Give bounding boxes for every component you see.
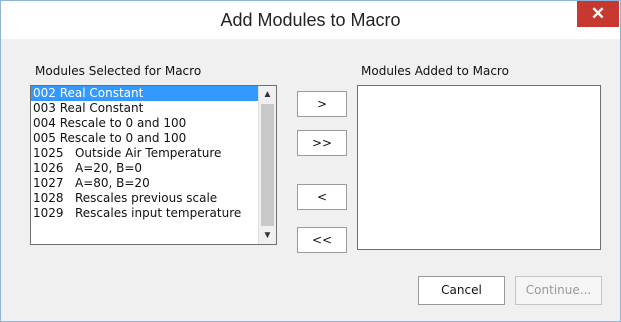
list-item[interactable]: 004 Rescale to 0 and 100 (31, 116, 276, 131)
remove-all-button[interactable]: << (297, 227, 347, 253)
list-item[interactable]: 1026 A=20, B=0 (31, 161, 276, 176)
scroll-up-icon[interactable]: ▲ (259, 86, 276, 103)
list-item[interactable]: 002 Real Constant (31, 86, 276, 101)
list-item[interactable]: 1027 A=80, B=20 (31, 176, 276, 191)
modules-added-list[interactable] (357, 85, 601, 250)
add-all-button[interactable]: >> (297, 130, 347, 156)
scroll-thumb[interactable] (261, 104, 274, 226)
list-item[interactable]: 003 Real Constant (31, 101, 276, 116)
modules-selected-scrollbar[interactable]: ▲ ▼ (258, 86, 276, 244)
add-modules-dialog: Add Modules to Macro ✕ Modules Selected … (0, 0, 621, 322)
close-icon[interactable]: ✕ (577, 1, 619, 27)
continue-button[interactable]: Continue... (515, 276, 602, 305)
modules-selected-label: Modules Selected for Macro (35, 64, 202, 78)
window-title: Add Modules to Macro (220, 10, 401, 30)
scroll-down-icon[interactable]: ▼ (259, 227, 276, 244)
list-item[interactable]: 1025 Outside Air Temperature (31, 146, 276, 161)
add-button[interactable]: > (297, 91, 347, 117)
modules-selected-items: 002 Real Constant 003 Real Constant 004 Re… (31, 86, 276, 221)
list-item[interactable]: 005 Rescale to 0 and 100 (31, 131, 276, 146)
cancel-button[interactable]: Cancel (418, 276, 505, 305)
modules-selected-list[interactable]: 002 Real Constant 003 Real Constant 004 Re… (30, 85, 277, 245)
title-bar: Add Modules to Macro ✕ (1, 1, 620, 39)
modules-added-label: Modules Added to Macro (361, 64, 509, 78)
remove-button[interactable]: < (297, 184, 347, 210)
list-item[interactable]: 1029 Rescales input temperature (31, 206, 276, 221)
list-item[interactable]: 1028 Rescales previous scale (31, 191, 276, 206)
